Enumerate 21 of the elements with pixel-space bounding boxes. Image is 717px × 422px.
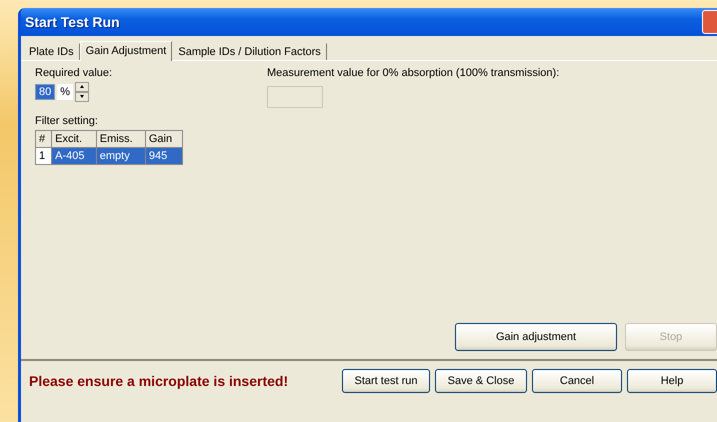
- unit-label: %: [57, 84, 74, 100]
- tab[interactable]: Gain Adjustment: [80, 41, 172, 61]
- panel-button[interactable]: Gain adjustment: [455, 323, 617, 351]
- footer-button[interactable]: Help: [627, 369, 717, 393]
- table-cell: 945: [145, 148, 182, 164]
- footer-button[interactable]: Start test run: [342, 369, 430, 393]
- table-cell: A-405: [52, 148, 96, 164]
- column-header: Gain: [145, 130, 182, 148]
- value-field[interactable]: 80: [35, 84, 56, 100]
- footer-button[interactable]: Cancel: [532, 369, 622, 393]
- warning-message: Please ensure a microplate is inserted!: [29, 373, 290, 389]
- footer-button[interactable]: Save & Close: [435, 369, 527, 393]
- field-label: Measurement value for 0% absorption (100% transmission):: [267, 67, 560, 79]
- column-header: #: [36, 130, 52, 148]
- field-label: Required value:: [35, 67, 114, 79]
- column-header: Excit.: [52, 130, 96, 148]
- field-label: Filter setting:: [35, 115, 99, 127]
- table-cell: 1: [36, 148, 52, 164]
- window-title: Start Test Run: [25, 14, 120, 30]
- column-header: Emiss.: [96, 130, 146, 148]
- table-cell: empty: [96, 148, 146, 164]
